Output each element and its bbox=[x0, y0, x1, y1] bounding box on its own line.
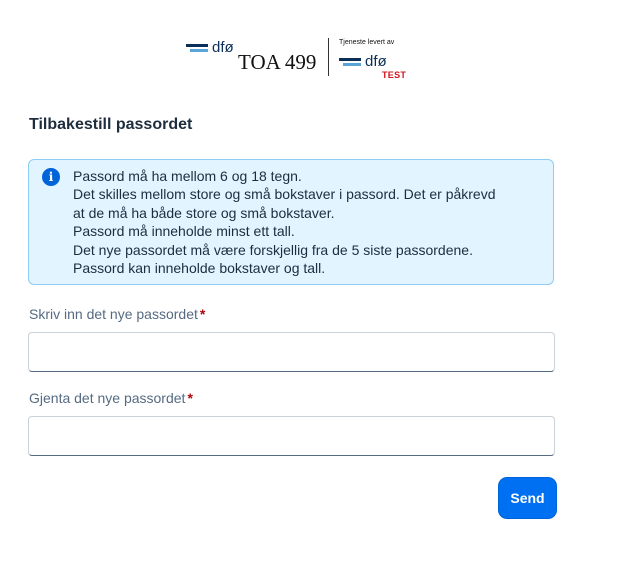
rule-line: at de må ha både store og små bokstaver. bbox=[73, 204, 335, 221]
repeat-password-label: Gjenta det nye passordet * bbox=[29, 390, 193, 406]
repeat-password-label-text: Gjenta det nye passordet bbox=[29, 390, 186, 406]
dfo-logo-bars-icon bbox=[186, 44, 208, 54]
repeat-password-input[interactable] bbox=[28, 416, 555, 456]
required-marker: * bbox=[187, 390, 193, 406]
info-icon: i bbox=[42, 168, 60, 186]
rule-line: Det nye passordet må være forskjellig fr… bbox=[73, 241, 473, 258]
new-password-label-text: Skriv inn det nye passordet bbox=[29, 306, 198, 322]
delivered-by-text: Tjeneste levert av bbox=[339, 39, 395, 46]
rule-line: Passord må ha mellom 6 og 18 tegn. bbox=[73, 168, 302, 184]
rule-line: Passord kan inneholde bokstaver og tall. bbox=[73, 260, 326, 277]
dfo-provider-text: dfø bbox=[365, 53, 387, 70]
new-password-input[interactable] bbox=[28, 332, 555, 372]
app-header: dfø TOA 499 Tjeneste levert av dfø TEST bbox=[0, 36, 627, 84]
send-button[interactable]: Send bbox=[499, 478, 556, 518]
app-title: TOA 499 bbox=[238, 50, 317, 74]
required-marker: * bbox=[199, 306, 206, 322]
dfo-provider-bars-icon bbox=[339, 58, 361, 68]
environment-badge: TEST bbox=[382, 70, 407, 80]
password-rules-infobox: i Passord må ha mellom 6 og 18 tegn. Det… bbox=[28, 159, 554, 285]
header-divider bbox=[328, 38, 329, 76]
rule-line: Passord må inneholde minst ett tall. bbox=[73, 223, 295, 240]
dfo-logo-text: dfø bbox=[212, 39, 234, 56]
rule-line: Det skilles mellom store og små bokstave… bbox=[73, 186, 496, 203]
password-rules-list: Passord må ha mellom 6 og 18 tegn. Det s… bbox=[73, 167, 543, 277]
page-title: Tilbakestill passordet bbox=[29, 116, 193, 133]
new-password-label: Skriv inn det nye passordet * bbox=[29, 306, 205, 322]
